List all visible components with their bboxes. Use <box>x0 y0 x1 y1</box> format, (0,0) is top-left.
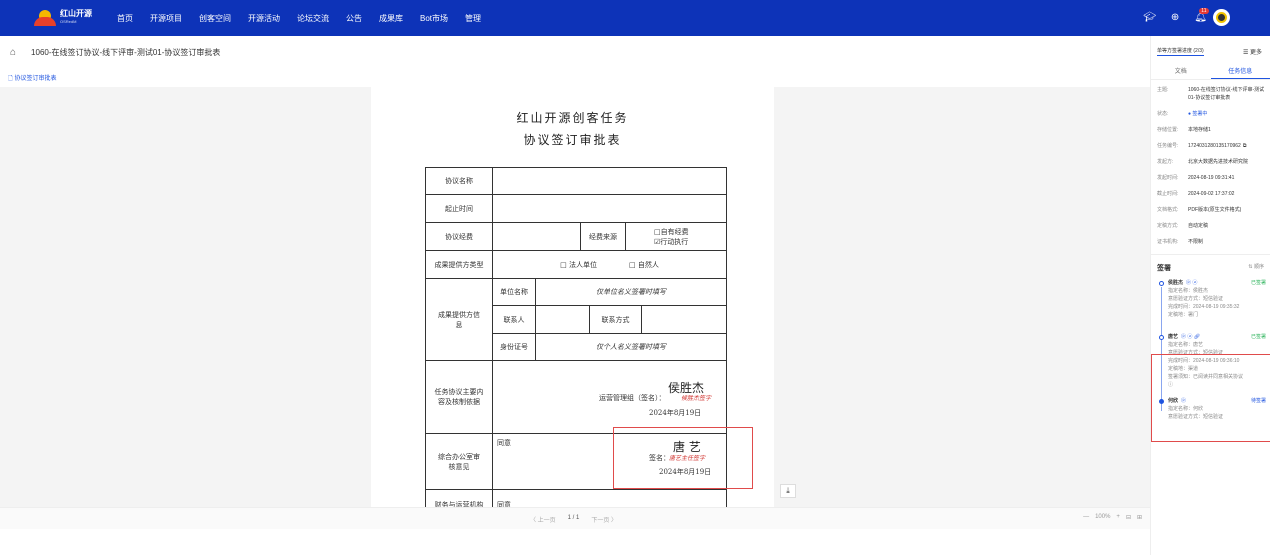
copy-icon[interactable]: ⧉ <box>1243 142 1247 150</box>
status-badge: 已签署 <box>1250 334 1266 340</box>
bell-icon[interactable]: 🔔︎ 11 <box>1194 8 1209 23</box>
logo-title: 红山开源 <box>60 9 92 18</box>
doc-title-line1: 红山开源创客任务 <box>516 111 629 125</box>
table-row: 成果提供方信息 单位名称 仅单位名义签署时填写 联系人 联系方式 身份证号 仅个… <box>426 279 726 361</box>
fit-page-icon[interactable]: ⊟ <box>1126 514 1131 521</box>
timeline-node-icon <box>1159 281 1164 286</box>
info-row: 文档格式: PDF版本(原生文件格式) <box>1157 207 1242 213</box>
doc-title-line2: 协议签订审批表 <box>523 133 622 147</box>
info-row: 定稿方式: 自动定稿 <box>1157 223 1209 229</box>
info-row: 主题: 1060-在线签订协议-线下评审-测试01-协议签订审批表 <box>1157 87 1265 101</box>
signers-header: 签署 ⇅ 顺序 <box>1151 254 1270 275</box>
sort-button[interactable]: ⇅ 顺序 <box>1248 263 1264 273</box>
task-info: 主题: 1060-在线签订协议-线下评审-测试01-协议签订审批表 状态: ● 签署… <box>1151 80 1270 246</box>
info-row: 证书机构: 不限制 <box>1157 239 1204 245</box>
zoom-out-button[interactable]: — <box>1083 514 1089 521</box>
top-nav-bar: 红山开源 OSRedM 首页 开源项目 创客空间 开源活动 论坛交流 公告 成果… <box>0 0 1270 36</box>
notification-badge: 11 <box>1199 8 1209 14</box>
fit-width-icon[interactable]: ⊞ <box>1137 514 1142 521</box>
table-row: 财务与运营机构 同意 <box>426 490 726 507</box>
graduation-cap-icon[interactable]: 🎓︎ <box>1143 12 1156 23</box>
tab-task-info[interactable]: 任务信息 <box>1210 66 1270 79</box>
nav-projects[interactable]: 开源项目 <box>150 13 182 24</box>
task-side-panel: 单等方签署进度 (2/3) ☰ 更多 文档 任务信息 主题: 1060-在线签订协… <box>1150 36 1270 555</box>
nav-bot-market[interactable]: Bot市场 <box>420 13 448 24</box>
table-row: 成果提供方类型 □ 法人单位 □ 自然人 <box>426 251 726 279</box>
table-row: 任务协议主要内容及核制依据 侯胜杰 运营管理组（签名）： 候胜杰签字 2024年… <box>426 361 726 434</box>
timeline-node-icon <box>1159 335 1164 340</box>
document-viewer[interactable]: 红山开源创客任务 协议签订审批表 协议名称 起止时间 协议经费 经费来源 □自有… <box>0 87 1150 507</box>
breadcrumb: ⌂ 1060-在线签订协议-线下评审-测试01-协议签订审批表 <box>0 36 1150 68</box>
status-badge: 已签署 <box>1250 280 1266 286</box>
nav-results[interactable]: 成果库 <box>379 13 403 24</box>
tab-document[interactable]: 文档 <box>1151 66 1211 79</box>
side-tabs: 文档 任务信息 <box>1151 66 1270 80</box>
table-row: 协议名称 <box>426 168 726 195</box>
selected-signer-highlight <box>1151 354 1270 442</box>
table-row: 协议经费 经费来源 □自有经费 ☑行动执行 <box>426 223 726 251</box>
logo[interactable]: 红山开源 OSRedM <box>34 10 106 26</box>
nav-forum[interactable]: 论坛交流 <box>297 13 329 24</box>
pager-bar: 〈 上一页 1 / 1 下一页 〉 — 100% + ⊟ ⊞ <box>0 507 1150 529</box>
info-row: 状态: ● 签署中 <box>1157 111 1208 117</box>
status-badge: ● 签署中 <box>1188 111 1208 117</box>
signature-highlight-box <box>613 427 753 489</box>
nav-maker-space[interactable]: 创客空间 <box>199 13 231 24</box>
home-icon[interactable]: ⌂ <box>10 47 16 58</box>
info-row: 发起时间: 2024-08-19 09:31:41 <box>1157 175 1235 181</box>
info-row: 截止时间: 2024-09-02 17:37:02 <box>1157 191 1235 197</box>
signer-item: 侯胜杰 ⓟ ⓐ 已签署 指定名称：侯胜杰 意愿验证方式：短信验证 完成时间：2024… <box>1151 275 1270 347</box>
nav-home[interactable]: 首页 <box>117 13 133 24</box>
zoom-level: 100% <box>1095 514 1111 520</box>
table-row: 起止时间 <box>426 195 726 223</box>
info-row: 发起方: 北京大数据先进技术研究院 <box>1157 159 1249 165</box>
download-button[interactable]: ⤓ <box>780 484 796 498</box>
page-title: 1060-在线签订协议-线下评审-测试01-协议签订审批表 <box>31 47 221 57</box>
avatar[interactable] <box>1213 9 1230 26</box>
nav-events[interactable]: 开源活动 <box>248 13 280 24</box>
page-indicator: 1 / 1 <box>567 515 580 521</box>
logo-subtitle: OSRedM <box>60 19 77 24</box>
person-icon: ⓟ ⓐ 🔗︎ <box>1181 334 1201 340</box>
more-button[interactable]: ☰ 更多 <box>1243 47 1262 56</box>
next-page-button[interactable]: 下一页 〉 <box>591 515 617 524</box>
person-icon: ⓟ ⓐ <box>1186 280 1198 286</box>
download-icon: ⤓ <box>786 486 790 495</box>
document-tab[interactable]: 🗋︎ 协议签订审批表 <box>8 73 57 84</box>
nav-admin[interactable]: 管理 <box>465 13 481 24</box>
prev-page-button[interactable]: 〈 上一页 <box>530 515 556 524</box>
info-row: 存储位置: 本地存储1 <box>1157 127 1211 133</box>
nav-notices[interactable]: 公告 <box>346 13 362 24</box>
info-row: 任务编号: 1724031280135170962 ⧉ <box>1157 142 1247 150</box>
logo-icon <box>34 10 56 26</box>
signing-progress-tab[interactable]: 单等方签署进度 (2/3) <box>1157 47 1204 56</box>
main-nav: 首页 开源项目 创客空间 开源活动 论坛交流 公告 成果库 Bot市场 管理 <box>117 13 498 24</box>
plus-circle-icon[interactable]: ⊕ <box>1171 12 1179 23</box>
zoom-in-button[interactable]: + <box>1116 514 1120 521</box>
